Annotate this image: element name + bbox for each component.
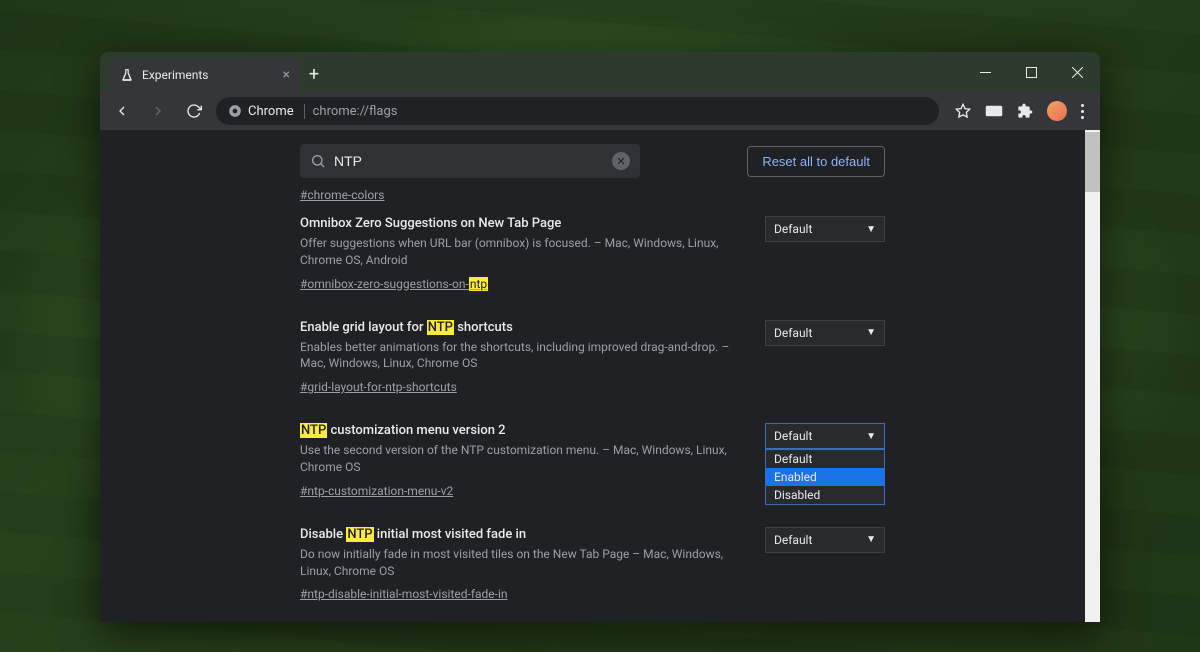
flag-select-dropdown: DefaultEnabledDisabled	[765, 449, 885, 505]
clear-search-icon[interactable]: ✕	[612, 152, 630, 170]
vertical-scrollbar[interactable]	[1085, 130, 1100, 622]
back-button[interactable]	[108, 97, 136, 125]
flag-select[interactable]: Default▼	[765, 423, 885, 449]
flag-hash-link[interactable]: #ntp-customization-menu-v2	[300, 484, 453, 498]
url-chip: Chrome	[228, 104, 305, 119]
flags-search-box[interactable]: ✕	[300, 144, 640, 178]
new-tab-button[interactable]: +	[300, 58, 328, 92]
flag-description: Do now initially fade in most visited ti…	[300, 546, 745, 580]
address-bar[interactable]: Chrome chrome://flags	[216, 97, 939, 125]
dropdown-option[interactable]: Enabled	[766, 468, 884, 486]
flag-hash-link[interactable]: #omnibox-zero-suggestions-on-ntp	[300, 277, 488, 291]
flag-description: Enables better animations for the shortc…	[300, 339, 745, 373]
extension-icon-1[interactable]	[985, 104, 1003, 118]
url-path: chrome://flags	[313, 104, 398, 119]
flag-title: Disable NTP initial most visited fade in	[300, 527, 745, 542]
flags-search-input[interactable]	[334, 153, 604, 169]
flag-item: Disable NTP initial most visited fade in…	[300, 513, 885, 617]
flag-item: NTP customization menu version 2 Use the …	[300, 409, 885, 513]
tab-close-icon[interactable]: ×	[283, 67, 290, 83]
flag-item: Omnibox Zero Suggestions on New Tab Page…	[300, 202, 885, 306]
forward-button[interactable]	[144, 97, 172, 125]
flag-title: Omnibox Zero Suggestions on New Tab Page	[300, 216, 745, 231]
minimize-button[interactable]	[962, 52, 1008, 92]
flag-hash-link[interactable]: #grid-layout-for-ntp-shortcuts	[300, 380, 457, 394]
flag-title: Enable grid layout for NTP shortcuts	[300, 320, 745, 335]
dropdown-option[interactable]: Default	[766, 450, 884, 468]
reset-all-button[interactable]: Reset all to default	[747, 146, 885, 177]
browser-toolbar: Chrome chrome://flags	[100, 92, 1100, 130]
flag-description: Use the second version of the NTP custom…	[300, 442, 745, 476]
scrollbar-thumb[interactable]	[1085, 132, 1100, 192]
flag-select[interactable]: Default▼	[765, 320, 885, 346]
extensions-icon[interactable]	[1017, 103, 1033, 119]
prior-flag-remnant: #chrome-colors	[100, 188, 1085, 202]
menu-button[interactable]	[1081, 104, 1084, 119]
profile-avatar[interactable]	[1047, 101, 1067, 121]
flags-page: ✕ Reset all to default #chrome-colors Om…	[100, 130, 1085, 622]
tab-title: Experiments	[142, 68, 209, 82]
titlebar: Experiments × +	[100, 52, 1100, 92]
maximize-button[interactable]	[1008, 52, 1054, 92]
flag-hash-link[interactable]: #ntp-disable-initial-most-visited-fade-i…	[300, 587, 508, 601]
reload-button[interactable]	[180, 97, 208, 125]
url-chip-label: Chrome	[248, 104, 294, 119]
window-controls	[962, 52, 1100, 92]
chrome-icon	[228, 104, 242, 118]
flag-select[interactable]: Default▼	[765, 527, 885, 553]
browser-tab[interactable]: Experiments ×	[110, 58, 300, 92]
browser-window: Experiments × + Chrome chrome://flags	[100, 52, 1100, 622]
flag-item: Enable grid layout for NTP shortcuts Enab…	[300, 306, 885, 410]
search-icon	[310, 153, 326, 169]
flag-item: Real search box in New Tab PageEnables a…	[300, 616, 885, 622]
flag-select[interactable]: Default▼	[765, 216, 885, 242]
flag-description: Offer suggestions when URL bar (omnibox)…	[300, 235, 745, 269]
star-icon[interactable]	[955, 103, 971, 119]
flag-hash-link[interactable]: #chrome-colors	[300, 188, 384, 202]
dropdown-option[interactable]: Disabled	[766, 486, 884, 504]
flask-icon	[120, 68, 134, 82]
close-window-button[interactable]	[1054, 52, 1100, 92]
flag-title: NTP customization menu version 2	[300, 423, 745, 438]
